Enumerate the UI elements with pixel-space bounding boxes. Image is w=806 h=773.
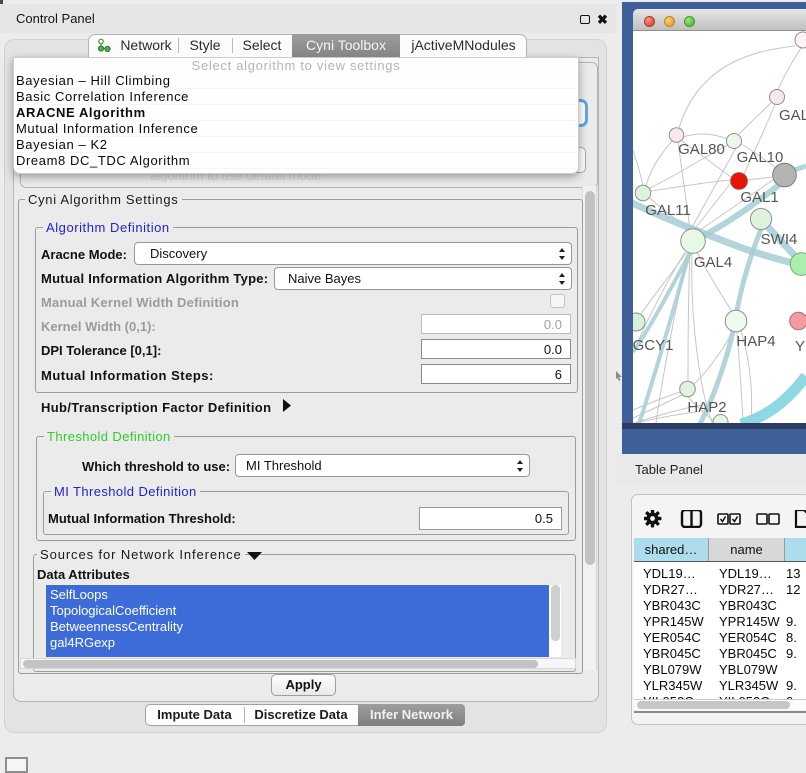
svg-text:GAL1: GAL1 xyxy=(740,189,778,206)
svg-text:GCY1: GCY1 xyxy=(633,337,673,354)
svg-text:SWI4: SWI4 xyxy=(761,231,798,248)
svg-text:GAL11: GAL11 xyxy=(645,202,691,219)
svg-text:HAP4: HAP4 xyxy=(736,333,775,350)
svg-text:GAL80: GAL80 xyxy=(678,141,725,158)
svg-text:GAL10: GAL10 xyxy=(737,149,784,166)
svg-text:GAL4: GAL4 xyxy=(694,254,732,271)
svg-text:GAL7: GAL7 xyxy=(779,107,806,124)
svg-text:YBL0: YBL0 xyxy=(795,338,806,355)
svg-text:HAP2: HAP2 xyxy=(687,399,726,416)
